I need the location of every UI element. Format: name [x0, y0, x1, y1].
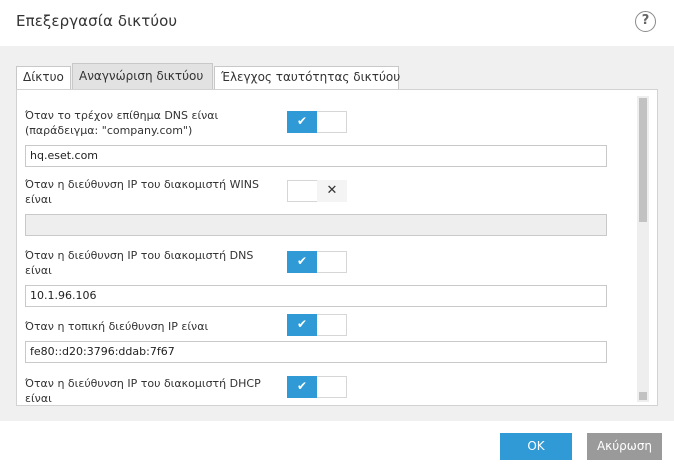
close-icon: ✕: [317, 180, 347, 202]
identification-panel: Όταν το τρέχον επίθημα DNS είναι (παράδε…: [16, 89, 658, 406]
dns-server-input[interactable]: 10.1.96.106: [25, 285, 607, 307]
dhcp-server-label: Όταν η διεύθυνση IP του διακομιστή DHCP …: [25, 377, 261, 405]
dhcp-server-toggle[interactable]: ✔: [287, 376, 347, 398]
checkmark-icon: ✔: [287, 251, 317, 273]
title-bar: Επεξεργασία δικτύου ?: [0, 0, 674, 46]
ok-button[interactable]: OK: [500, 433, 572, 460]
wins-server-input[interactable]: [25, 214, 607, 236]
edit-network-dialog: Επεξεργασία δικτύου ? Δίκτυο Αναγνώριση …: [0, 0, 674, 472]
wins-server-toggle[interactable]: ✕: [287, 180, 347, 202]
scroll-down-arrow[interactable]: [639, 392, 647, 400]
dialog-footer: OK Ακύρωση: [0, 421, 674, 472]
checkmark-icon: ✔: [287, 314, 317, 336]
local-ip-input[interactable]: fe80::d20:3796:ddab:7f67: [25, 341, 607, 363]
dns-suffix-input[interactable]: hq.eset.com: [25, 145, 607, 167]
wins-server-label: Όταν η διεύθυνση IP του διακομιστή WINS …: [25, 178, 259, 206]
tab-network-authentication[interactable]: Έλεγχος ταυτότητας δικτύου: [214, 66, 400, 89]
content-area: Δίκτυο Αναγνώριση δικτύου Έλεγχος ταυτότ…: [0, 46, 674, 421]
tab-network[interactable]: Δίκτυο: [16, 66, 71, 89]
local-ip-label: Όταν η τοπική διεύθυνση IP είναι: [25, 320, 209, 333]
dns-suffix-label: Όταν το τρέχον επίθημα DNS είναι (παράδε…: [25, 109, 219, 137]
dns-server-toggle[interactable]: ✔: [287, 251, 347, 273]
checkmark-icon: ✔: [287, 111, 317, 133]
scrollbar-thumb[interactable]: [639, 98, 647, 222]
tab-network-identification[interactable]: Αναγνώριση δικτύου: [72, 63, 213, 89]
dns-suffix-toggle[interactable]: ✔: [287, 111, 347, 133]
dialog-title: Επεξεργασία δικτύου: [16, 12, 178, 30]
help-icon[interactable]: ?: [635, 11, 656, 32]
checkmark-icon: ✔: [287, 376, 317, 398]
cancel-button[interactable]: Ακύρωση: [587, 433, 662, 460]
local-ip-toggle[interactable]: ✔: [287, 314, 347, 336]
vertical-scrollbar[interactable]: [637, 96, 649, 402]
dns-server-label: Όταν η διεύθυνση IP του διακομιστή DNS ε…: [25, 249, 254, 277]
